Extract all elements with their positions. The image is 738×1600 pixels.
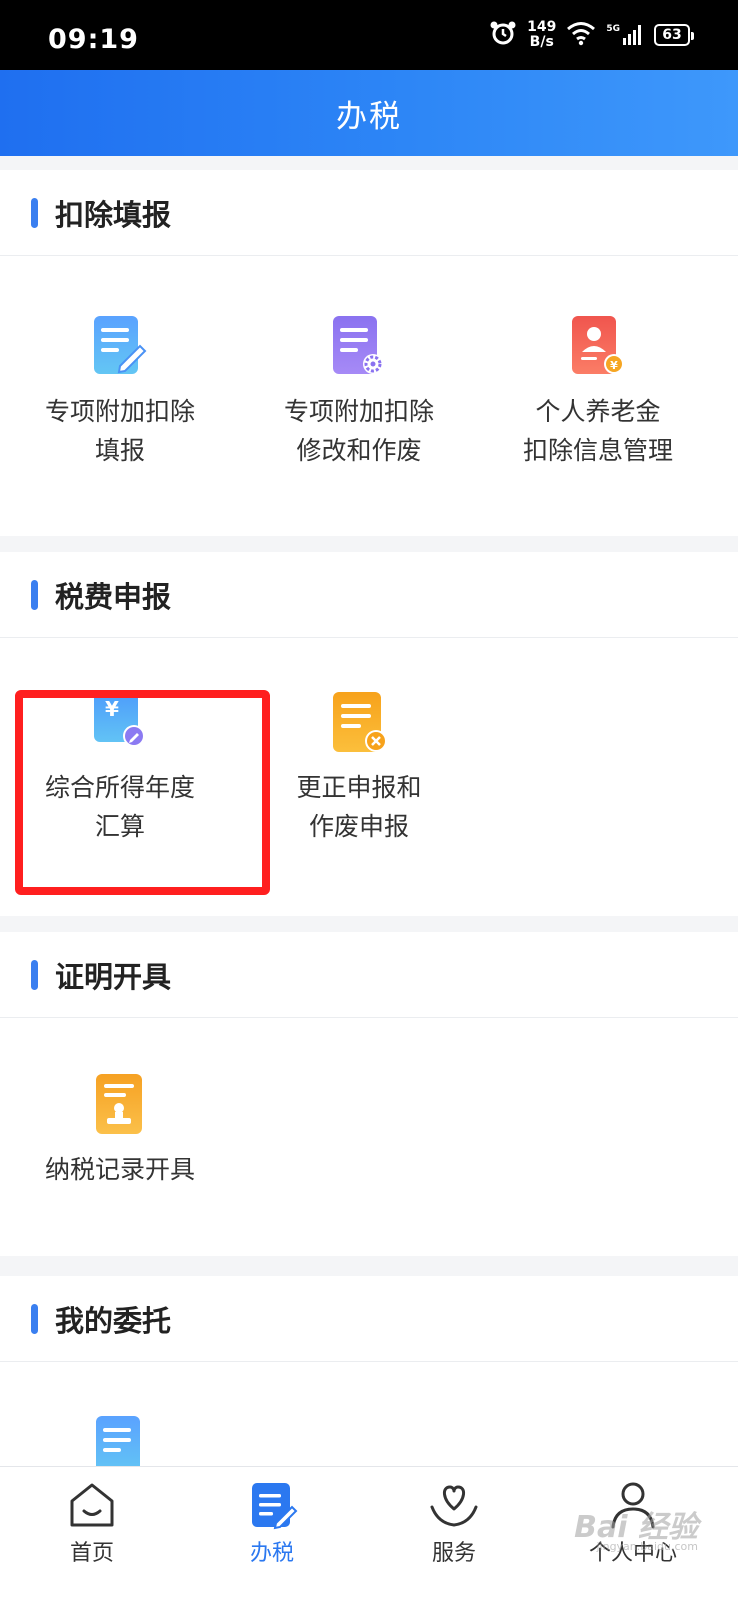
nav-item-tax[interactable]: 办税 bbox=[202, 1479, 342, 1567]
tile-label-line2: 汇算 bbox=[94, 812, 145, 841]
network-speed-value: 149 bbox=[527, 19, 557, 35]
annual-settlement-icon: ¥ bbox=[94, 692, 145, 747]
heart-hands-icon bbox=[430, 1485, 478, 1527]
status-icons: 149 B/s 5G 63 bbox=[489, 18, 694, 52]
section-accent-bar bbox=[31, 1303, 38, 1334]
network-speed-unit: B/s bbox=[529, 34, 554, 50]
nav-label: 服务 bbox=[431, 1541, 476, 1566]
pension-doc-icon: ¥ bbox=[572, 316, 624, 374]
form-settings-icon bbox=[333, 316, 383, 374]
tile-label-line1: 专项附加扣除 bbox=[283, 397, 434, 426]
header-bar: 办税 bbox=[0, 70, 738, 156]
tile-pension-deduction[interactable]: ¥ 个人养老金 扣除信息管理 bbox=[478, 314, 718, 470]
status-bar: 09:19 149 B/s 5G 63 bbox=[0, 0, 738, 70]
tile-label-line1: 专项附加扣除 bbox=[44, 397, 195, 426]
wifi-icon bbox=[566, 20, 596, 50]
nav-item-home[interactable]: 首页 bbox=[22, 1479, 162, 1567]
home-icon bbox=[70, 1483, 114, 1527]
cellular-signal-icon: 5G bbox=[606, 24, 644, 46]
correct-cancel-icon bbox=[333, 692, 387, 752]
tile-special-deduction-modify[interactable]: 专项附加扣除 修改和作废 bbox=[239, 314, 479, 470]
section-certificate: 证明开具 纳税记录开具 bbox=[0, 932, 738, 1256]
tile-label-line1: 个人养老金 bbox=[535, 397, 661, 426]
nav-item-service[interactable]: 服务 bbox=[384, 1479, 524, 1567]
page-title: 办税 bbox=[336, 98, 402, 135]
status-time: 09:19 bbox=[48, 24, 139, 55]
tile-label: 专项附加扣除 修改和作废 bbox=[284, 392, 434, 470]
tile-label-line2: 修改和作废 bbox=[296, 436, 422, 465]
section-title: 扣除填报 bbox=[55, 197, 172, 232]
tile-label: 个人养老金 扣除信息管理 bbox=[523, 392, 673, 470]
section-header: 我的委托 bbox=[0, 1276, 738, 1362]
tile-label: 更正申报和 作废申报 bbox=[296, 768, 421, 846]
battery-level: 63 bbox=[662, 27, 682, 43]
tile-label-line1: 更正申报和 bbox=[296, 773, 422, 802]
svg-text:¥: ¥ bbox=[105, 697, 119, 721]
svg-text:¥: ¥ bbox=[610, 359, 618, 372]
tax-record-icon bbox=[96, 1074, 142, 1134]
tile-tax-record[interactable]: 纳税记录开具 bbox=[0, 1072, 240, 1189]
section-title: 证明开具 bbox=[55, 959, 172, 994]
section-accent-bar bbox=[31, 959, 38, 990]
tile-label: 纳税记录开具 bbox=[45, 1150, 195, 1189]
tile-label-line2: 扣除信息管理 bbox=[522, 436, 673, 465]
tile-label-line2: 作废申报 bbox=[308, 812, 409, 841]
watermark-url: jingyan.baidu.com bbox=[596, 1540, 698, 1553]
tile-label: 综合所得年度 汇算 bbox=[45, 768, 195, 846]
tax-app-screen: 09:19 149 B/s 5G 63 办税 扣除填报 专项附加扣除 填报 专项… bbox=[0, 0, 738, 1600]
alarm-icon bbox=[489, 19, 517, 51]
tile-correct-cancel-filing[interactable]: 更正申报和 作废申报 bbox=[239, 690, 479, 846]
tile-special-deduction-fill[interactable]: 专项附加扣除 填报 bbox=[0, 314, 240, 470]
network-speed: 149 B/s bbox=[527, 20, 556, 50]
section-accent-bar bbox=[31, 197, 38, 228]
tile-label-line1: 综合所得年度 bbox=[44, 773, 195, 802]
section-header: 证明开具 bbox=[0, 932, 738, 1018]
section-entrust: 我的委托 bbox=[0, 1276, 738, 1476]
section-header: 扣除填报 bbox=[0, 170, 738, 256]
tile-label: 专项附加扣除 填报 bbox=[45, 392, 195, 470]
section-title: 税费申报 bbox=[55, 579, 172, 614]
nav-label: 首页 bbox=[69, 1541, 114, 1566]
form-edit-icon bbox=[94, 316, 147, 374]
tax-icon bbox=[252, 1483, 298, 1530]
section-deduction: 扣除填报 专项附加扣除 填报 专项附加扣除 修改和作废 ¥ 个人养老金 扣除信息… bbox=[0, 170, 738, 536]
tile-label-line2: 填报 bbox=[94, 436, 145, 465]
tile-label-line1: 纳税记录开具 bbox=[44, 1155, 195, 1184]
tile-annual-settlement[interactable]: ¥ 综合所得年度 汇算 bbox=[0, 690, 240, 846]
section-header: 税费申报 bbox=[0, 552, 738, 638]
section-accent-bar bbox=[31, 579, 38, 610]
nav-label: 办税 bbox=[249, 1541, 294, 1566]
section-title: 我的委托 bbox=[55, 1303, 172, 1338]
network-type: 5G bbox=[606, 24, 620, 34]
battery-icon: 63 bbox=[654, 24, 694, 46]
section-filing: 税费申报 ¥ 综合所得年度 汇算 更正申报和 作废申报 bbox=[0, 552, 738, 916]
